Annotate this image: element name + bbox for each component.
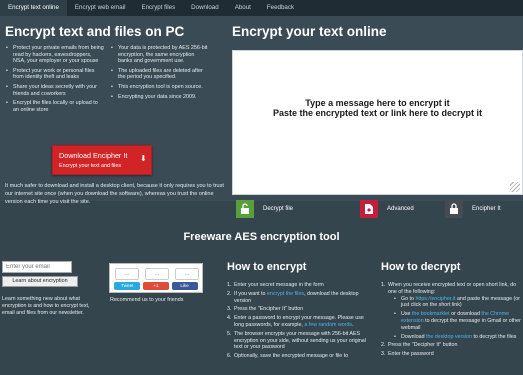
step-text: Press the "Encipher It" button bbox=[234, 306, 304, 313]
how-to-decrypt-title: How to decrypt bbox=[381, 261, 461, 273]
step-number: 1. bbox=[227, 282, 232, 288]
social-share-box: ... ... ... Tweet +1 Like bbox=[109, 263, 203, 293]
placeholder-line-2: Paste the encrypted text or link here to… bbox=[272, 108, 483, 118]
step-number: 3. bbox=[227, 306, 232, 313]
inline-link[interactable]: encrypt the files bbox=[267, 291, 304, 297]
step-text: Enter your secret message in the form bbox=[234, 282, 324, 288]
left-title: Encrypt text and files on PC bbox=[5, 24, 185, 39]
step-text: Press the "Decipher It" button bbox=[388, 342, 458, 349]
decrypt-file-label: Decrypt file bbox=[263, 206, 294, 212]
nav-item-feedback[interactable]: Feedback bbox=[259, 0, 302, 16]
step-text: to decrypt the files bbox=[471, 333, 517, 340]
download-button-subtitle: Encrypt your text and files bbox=[59, 163, 122, 169]
lock-icon bbox=[445, 200, 463, 218]
step-text: Enter the password bbox=[388, 351, 434, 358]
encipher-it-button[interactable]: Encipher It bbox=[445, 198, 501, 220]
step-number: 4. bbox=[227, 315, 232, 322]
feature-item: Encrypt the files locally or upload to a… bbox=[5, 100, 105, 113]
resize-grip-icon[interactable] bbox=[510, 182, 520, 192]
decrypt-sub-step: Use the bookmarklet or download the Chro… bbox=[394, 311, 521, 331]
decrypt-sub-list: Go to https://encipher.it and paste the … bbox=[394, 296, 521, 341]
step-number: 6. bbox=[227, 353, 232, 360]
decrypt-step: 1. When you receive encrypted text or ope… bbox=[381, 282, 521, 340]
nav-item-download[interactable]: Download bbox=[183, 0, 227, 16]
learn-about-encryption-button[interactable]: Learn about encryption bbox=[2, 276, 78, 287]
encrypt-step: 5. The browser encrypts your message with… bbox=[227, 331, 367, 351]
advanced-label: Advanced bbox=[387, 206, 414, 212]
like-count: ... bbox=[175, 268, 199, 280]
feature-item: Protect your private emails from being r… bbox=[5, 45, 105, 65]
encrypt-step: 3. Press the "Encipher It" button bbox=[227, 306, 367, 313]
encrypt-step: 2. If you want to encrypt the files, down… bbox=[227, 291, 367, 305]
download-button-title: Download Encipher It bbox=[59, 151, 128, 160]
recommend-text: Recommend us to your friends bbox=[110, 297, 184, 303]
step-text: Use bbox=[401, 311, 412, 318]
encipher-it-label: Encipher It bbox=[472, 206, 501, 212]
step-text: Optionally, save the encrypted message o… bbox=[234, 353, 349, 360]
step-text: . bbox=[352, 321, 354, 328]
inline-link[interactable]: https://encipher.it bbox=[415, 296, 455, 302]
inline-link[interactable]: the bookmarklet bbox=[412, 311, 450, 317]
inline-link[interactable]: a few random words bbox=[304, 322, 352, 328]
how-to-encrypt-title: How to encrypt bbox=[227, 261, 307, 273]
step-text: When you receive encrypted text or open … bbox=[388, 282, 517, 295]
nav-item-encrypt-text-online[interactable]: Encrypt text online bbox=[0, 0, 67, 16]
nav-item-about[interactable]: About bbox=[227, 0, 259, 16]
decrypt-sub-step: Go to https://encipher.it and paste the … bbox=[394, 296, 521, 310]
step-text: The browser encrypts your message with 2… bbox=[234, 330, 366, 351]
feature-item: Protect your work or personal files from… bbox=[5, 68, 105, 81]
facebook-like-button[interactable]: Like bbox=[171, 282, 198, 290]
feature-item: This encryption tool is open source. bbox=[110, 84, 210, 91]
encrypt-steps: 1. Enter your secret message in the form 2… bbox=[227, 282, 367, 362]
plus-one-button[interactable]: +1 bbox=[142, 282, 169, 290]
step-text: If you want to bbox=[234, 290, 267, 297]
tweet-button[interactable]: Tweet bbox=[114, 282, 141, 290]
newsletter-email-input[interactable] bbox=[2, 261, 72, 273]
unlock-icon bbox=[236, 200, 254, 218]
download-note: It much safer to download and install a … bbox=[5, 183, 224, 205]
feature-item: Your data is protected by AES 256-bit en… bbox=[110, 45, 210, 65]
advanced-button[interactable]: Advanced bbox=[360, 198, 414, 220]
freeware-title: Freeware AES encryption tool bbox=[183, 231, 340, 243]
placeholder-line-1: Type a message here to encrypt it bbox=[305, 98, 450, 108]
encrypt-step: 1. Enter your secret message in the form bbox=[227, 282, 367, 289]
encrypt-step: 4. Enter a password to encrypt your messa… bbox=[227, 315, 367, 329]
message-textarea[interactable]: Type a message here to encrypt it Paste … bbox=[232, 50, 523, 195]
step-number: 5. bbox=[227, 330, 232, 337]
nav-item-encrypt-files[interactable]: Encrypt files bbox=[133, 0, 183, 16]
message-placeholder: Type a message here to encrypt it Paste … bbox=[241, 98, 514, 118]
decrypt-step: 2. Press the "Decipher It" button bbox=[381, 342, 521, 349]
step-text: Download bbox=[401, 333, 427, 340]
download-encipher-button[interactable]: Download Encipher It Encrypt your text a… bbox=[52, 145, 152, 175]
encrypt-step: 6. Optionally, save the encrypted message… bbox=[227, 353, 367, 360]
step-number: 2. bbox=[227, 290, 232, 297]
feature-item: Share your ideas secretly with your frie… bbox=[5, 84, 105, 97]
feature-list-2: Your data is protected by AES 256-bit en… bbox=[110, 45, 210, 103]
decrypt-file-button[interactable]: Decrypt file bbox=[236, 198, 293, 220]
download-arrow-icon: ⬇ bbox=[140, 154, 147, 163]
decrypt-steps: 1. When you receive encrypted text or ope… bbox=[381, 282, 521, 360]
document-cog-icon bbox=[360, 200, 378, 218]
step-number: 1. bbox=[381, 282, 386, 288]
step-number: 2. bbox=[381, 342, 386, 349]
feature-item: Encrypting your data since 2009. bbox=[110, 94, 210, 101]
feature-list-1: Protect your private emails from being r… bbox=[5, 45, 105, 116]
top-nav: Encrypt text online Encrypt web email Encr… bbox=[0, 0, 523, 16]
step-text: Go to bbox=[401, 295, 416, 302]
feature-item: The uploaded files are deleted after the… bbox=[110, 68, 210, 81]
decrypt-step: 3. Enter the password bbox=[381, 351, 521, 358]
inline-link[interactable]: the desktop version bbox=[426, 334, 472, 340]
right-title: Encrypt your text online bbox=[232, 24, 387, 39]
plusone-count: ... bbox=[145, 268, 169, 280]
tweet-count: ... bbox=[115, 268, 139, 280]
newsletter-description: Learn something new about what encryptio… bbox=[2, 296, 90, 316]
step-text: or download bbox=[449, 311, 482, 318]
decrypt-sub-step: Download the desktop version to decrypt … bbox=[394, 334, 521, 341]
nav-item-encrypt-web-email[interactable]: Encrypt web email bbox=[67, 0, 134, 16]
step-number: 3. bbox=[381, 351, 386, 358]
